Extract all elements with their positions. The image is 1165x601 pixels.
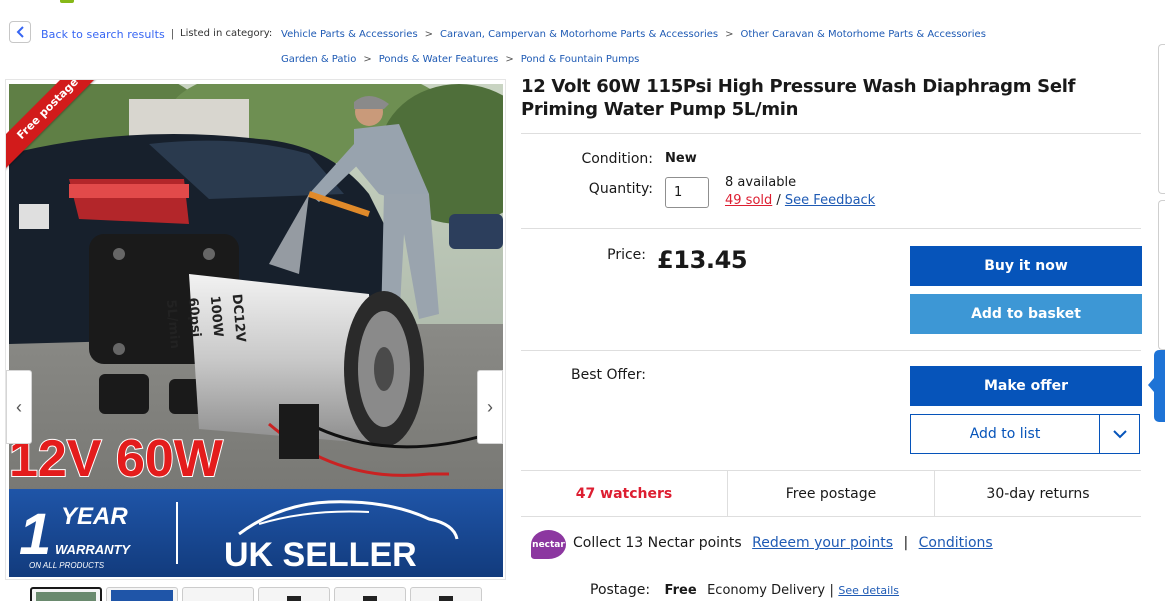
breadcrumb-link[interactable]: Pond & Fountain Pumps (521, 54, 640, 65)
postage-free: Free (664, 583, 697, 598)
divider (521, 133, 1141, 134)
chevron-right-icon: › (487, 396, 493, 417)
back-button[interactable] (9, 21, 31, 43)
top-accent (60, 0, 74, 3)
thumbnail[interactable] (258, 587, 330, 601)
returns-stat: 30-day returns (986, 485, 1090, 502)
best-offer-label: Best Offer: (571, 367, 646, 383)
add-to-list-dropdown[interactable] (1099, 414, 1140, 454)
breadcrumb-link[interactable]: Ponds & Water Features (379, 54, 499, 65)
back-to-search-link[interactable]: Back to search results (41, 28, 165, 41)
chevron-down-icon (1112, 429, 1127, 438)
quantity-input[interactable] (665, 177, 709, 208)
price-value: £13.45 (657, 246, 748, 274)
sold-separator: / (772, 193, 785, 208)
svg-text:YEAR: YEAR (61, 503, 128, 530)
see-details-link[interactable]: See details (838, 584, 899, 597)
make-offer-button[interactable]: Make offer (910, 366, 1142, 406)
available-count: 8 available (725, 175, 797, 190)
see-feedback-link[interactable]: See Feedback (785, 193, 875, 208)
add-to-list-button[interactable]: Add to list (910, 414, 1100, 454)
nectar-logo: nectar (531, 530, 566, 559)
product-title: 12 Volt 60W 115Psi High Pressure Wash Di… (521, 76, 1076, 120)
sold-feedback-row: 49 sold / See Feedback (725, 193, 875, 208)
breadcrumb-arrow: > (725, 29, 734, 40)
breadcrumb-link[interactable]: Caravan, Campervan & Motorhome Parts & A… (440, 29, 718, 40)
postage-label: Postage: (590, 582, 651, 598)
breadcrumb-arrow: > (363, 54, 372, 65)
chevron-left-icon (16, 26, 24, 38)
sold-count-link[interactable]: 49 sold (725, 193, 772, 208)
nectar-separator: | (903, 535, 909, 551)
nectar-row: Collect 13 Nectar points Redeem your poi… (573, 535, 993, 551)
thumbnail[interactable] (30, 587, 102, 601)
thumbnail[interactable] (182, 587, 254, 601)
condition-value: New (665, 151, 697, 166)
add-to-basket-button[interactable]: Add to basket (910, 294, 1142, 334)
postage-row: Postage: Free Economy Delivery | See det… (590, 582, 899, 598)
price-label: Price: (607, 247, 646, 263)
image-gallery: DC12V 100W 60psi 5L/min 12V 60W 1 YEAR W… (5, 79, 506, 580)
nectar-text: Collect 13 Nectar points (573, 535, 742, 551)
svg-text:WARRANTY: WARRANTY (55, 542, 131, 557)
breadcrumb-link[interactable]: Garden & Patio (281, 54, 356, 65)
feedback-tab[interactable] (1148, 350, 1165, 422)
listed-in-label: Listed in category: (180, 28, 273, 39)
breadcrumb-row-1: Vehicle Parts & Accessories > Caravan, C… (281, 29, 986, 40)
breadcrumb-row-2: Garden & Patio > Ponds & Water Features … (281, 54, 639, 65)
redeem-points-link[interactable]: Redeem your points (752, 535, 893, 551)
thumbnail[interactable] (334, 587, 406, 601)
svg-text:12V 60W: 12V 60W (9, 430, 224, 488)
breadcrumb-link[interactable]: Other Caravan & Motorhome Parts & Access… (741, 29, 986, 40)
watchers-count: 47 watchers (521, 471, 728, 516)
gallery-prev-button[interactable]: ‹ (6, 370, 32, 444)
svg-text:ON ALL PRODUCTS: ON ALL PRODUCTS (29, 561, 105, 570)
free-postage-stat: Free postage (728, 471, 935, 516)
thumbnail[interactable] (106, 587, 178, 601)
gallery-next-button[interactable]: › (477, 370, 503, 444)
quantity-label: Quantity: (588, 181, 653, 197)
item-stats: 47 watchers Free postage 30-day returns (521, 470, 1141, 517)
right-side-rail (1157, 0, 1165, 601)
svg-text:1: 1 (19, 502, 51, 567)
postage-service: Economy Delivery (707, 583, 826, 598)
ribbon-label: Free postage (6, 80, 110, 171)
breadcrumb-arrow: > (505, 54, 514, 65)
free-postage-ribbon: Free postage (6, 80, 111, 185)
buy-it-now-button[interactable]: Buy it now (910, 246, 1142, 286)
conditions-link[interactable]: Conditions (919, 535, 993, 551)
divider (521, 350, 1141, 351)
postage-separator: | (829, 583, 834, 598)
breadcrumb-arrow: > (424, 29, 434, 40)
breadcrumb-link[interactable]: Vehicle Parts & Accessories (281, 29, 418, 40)
breadcrumb-separator: | (171, 28, 174, 40)
svg-text:UK SELLER: UK SELLER (224, 536, 417, 574)
thumbnail[interactable] (410, 587, 482, 601)
chevron-left-icon: ‹ (16, 396, 22, 417)
condition-label: Condition: (581, 151, 653, 167)
thumbnail-strip (30, 587, 482, 601)
divider (521, 228, 1141, 229)
